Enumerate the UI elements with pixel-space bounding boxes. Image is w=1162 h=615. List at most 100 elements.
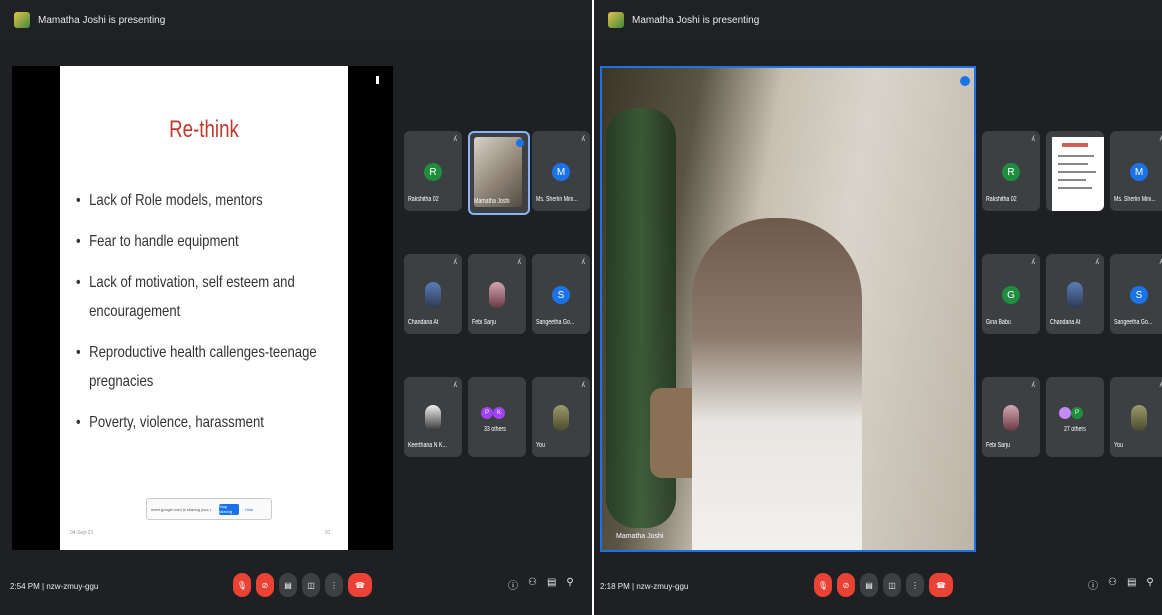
slide: Re-think Lack of Role models, mentors Fe… [60,66,348,550]
avatar-photo [553,405,569,431]
info-icon[interactable]: ⓘ [1088,577,1098,592]
participant-name: Gina Babu [986,319,1011,326]
participant-tile[interactable]: ʎ S Sangeetha Go... [532,254,590,334]
meeting-time: 2:54 PM | nzw-zmuy-ggu [10,581,99,591]
people-icon[interactable]: ⚇ [528,577,537,592]
avatar-photo [1131,405,1147,431]
more-options-icon[interactable]: ⋮ [325,573,343,597]
notice-text: meet.google.com is sharing your screen [151,506,211,512]
avatar: S [552,286,570,304]
slide-number: 10 [324,530,330,536]
info-icon[interactable]: ⓘ [508,577,518,592]
stop-sharing-button[interactable]: Stop sharing [219,503,239,515]
participant-tile[interactable]: ʎ Febi Sarju [468,254,526,334]
bullet-item: Reproductive health callenges-teenage pr… [76,338,352,396]
participant-tile[interactable]: ʎ Chandana At [404,254,462,334]
participant-name: Rakshitha 02 [408,196,439,203]
avatar-photo [1003,405,1019,431]
bullet-item: Lack of Role models, mentors [76,186,352,215]
self-tile[interactable]: ʎ You [1110,377,1162,457]
mic-off-icon: ʎ [1031,382,1036,389]
others-count: 33 others [484,426,506,433]
avatar-photo [1067,282,1083,308]
avatar: S [1130,286,1148,304]
meet-window-left: Mamatha Joshi is presenting Re-think Lac… [0,0,592,615]
participant-tile-presenter[interactable]: Mamatha Joshi [468,131,530,215]
side-controls: ⓘ ⚇ ▤ ⚲ [1088,577,1162,592]
mic-off-icon: ʎ [453,382,458,389]
avatar: R [1002,163,1020,181]
meet-logo-icon [14,12,30,28]
chat-icon[interactable]: ▤ [1127,577,1136,592]
end-call-icon[interactable]: ☎ [348,573,372,597]
participant-name: Chandana At [408,319,439,326]
end-call-icon[interactable]: ☎ [929,573,953,597]
mouse-cursor-icon [376,76,379,84]
captions-icon[interactable]: ▤ [279,573,297,597]
avatar-mini: P [481,407,493,419]
participant-tile[interactable]: ʎ R Rakshitha 02 [982,131,1040,211]
people-icon[interactable]: ⚇ [1108,577,1117,592]
chat-icon[interactable]: ▤ [547,577,556,592]
presenting-banner: Mamatha Joshi is presenting [0,0,592,40]
screen-share-tile[interactable] [1046,131,1104,211]
participant-tile[interactable]: ʎ M Ms. Sherlin Mini... [532,131,590,211]
self-tile[interactable]: ʎ You [532,377,590,457]
others-tile[interactable]: P K 33 others [468,377,526,457]
mic-off-icon: ʎ [1095,259,1100,266]
banner-text: Mamatha Joshi is presenting [632,14,760,26]
speaking-icon [960,76,970,86]
bullet-item: Poverty, violence, harassment [76,408,352,437]
hide-button[interactable]: Hide [245,507,253,512]
avatar-photo [489,282,505,308]
call-controls: 🎙 ⊘ ▤ ◫ ⋮ ☎ [814,573,958,597]
participant-tile[interactable]: ʎ G Gina Babu [982,254,1040,334]
avatar-photo [425,282,441,308]
others-tile[interactable]: P 27 others [1046,377,1104,457]
call-controls: 🎙 ⊘ ▤ ◫ ⋮ ☎ [233,573,377,597]
mic-off-icon[interactable]: 🎙 [233,573,251,597]
activities-icon[interactable]: ⚲ [566,577,573,592]
participant-tile[interactable]: ʎ R Rakshitha 02 [404,131,462,211]
present-icon[interactable]: ◫ [883,573,901,597]
participant-tile[interactable]: ʎ M Ms. Sherlin Mini... [1110,131,1162,211]
slide-title: Re-think [169,116,239,143]
camera-off-icon[interactable]: ⊘ [837,573,855,597]
presenting-banner: Mamatha Joshi is presenting [594,0,1162,40]
mic-off-icon: ʎ [453,136,458,143]
camera-off-icon[interactable]: ⊘ [256,573,274,597]
mic-off-icon: ʎ [1031,259,1036,266]
meet-window-right: Mamatha Joshi is presenting Mamatha Josh… [594,0,1162,615]
meeting-toolbar: 2:54 PM | nzw-zmuy-ggu 🎙 ⊘ ▤ ◫ ⋮ ☎ ⓘ ⚇ ▤… [0,557,592,615]
mic-off-icon: ʎ [581,136,586,143]
participant-tile[interactable]: ʎ S Sangeetha Go... [1110,254,1162,334]
mic-off-icon: ʎ [517,259,522,266]
mic-off-icon[interactable]: 🎙 [814,573,832,597]
avatar-mini: P [1071,407,1083,419]
avatar-mini [1059,407,1071,419]
mic-off-icon: ʎ [581,382,586,389]
participant-tile[interactable]: ʎ Keerthana N K... [404,377,462,457]
presenter-video-thumbnail [474,137,522,207]
meeting-toolbar: 2:18 PM | nzw-zmuy-ggu 🎙 ⊘ ▤ ◫ ⋮ ☎ ⓘ ⚇ ▤… [594,557,1162,615]
participant-name: Keerthana N K... [408,442,447,449]
captions-icon[interactable]: ▤ [860,573,878,597]
more-options-icon[interactable]: ⋮ [906,573,924,597]
activities-icon[interactable]: ⚲ [1146,577,1153,592]
video-name: Mamatha Joshi [616,533,664,540]
avatar: R [424,163,442,181]
participant-name: Ms. Sherlin Mini... [536,196,578,203]
others-count: 27 others [1064,426,1086,433]
present-icon[interactable]: ◫ [302,573,320,597]
bullet-item: Lack of motivation, self esteem and enco… [76,268,352,326]
participant-name: Rakshitha 02 [986,196,1017,203]
avatar-mini: K [493,407,505,419]
slide-bullets: Lack of Role models, mentors Fear to han… [76,186,338,449]
speaking-icon [516,139,524,147]
participant-tile[interactable]: ʎ Chandana At [1046,254,1104,334]
participant-name: Sangeetha Go... [1114,319,1153,326]
participant-tile[interactable]: ʎ Febi Sarju [982,377,1040,457]
participant-name: Ms. Sherlin Mini... [1114,196,1156,203]
participant-name: You [1114,442,1123,449]
presenter-person [692,218,862,550]
